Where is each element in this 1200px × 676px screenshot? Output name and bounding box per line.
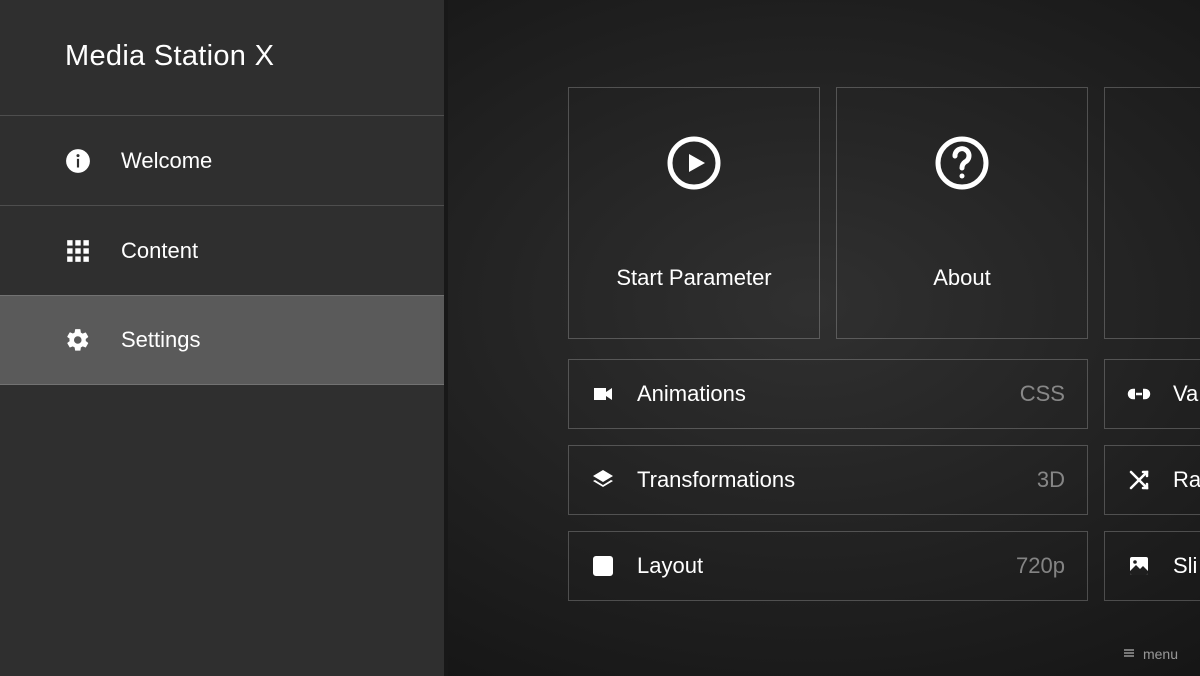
info-icon <box>65 148 91 174</box>
sidebar-item-welcome[interactable]: Welcome <box>0 115 444 205</box>
sidebar-item-content[interactable]: Content <box>0 205 444 295</box>
tile-label: Start Parameter <box>616 265 771 291</box>
burger-icon <box>1123 646 1135 662</box>
layers-icon <box>591 468 615 492</box>
list-item-value: 3D <box>1037 467 1065 493</box>
settings-list-right: Va Ra Sli <box>1104 359 1200 601</box>
list-item-value: CSS <box>1020 381 1065 407</box>
play-circle-icon <box>667 136 721 195</box>
tile-label: About <box>933 265 991 291</box>
list-item-layout[interactable]: Layout 720p <box>568 531 1088 601</box>
menu-hint[interactable]: menu <box>1123 646 1178 662</box>
list-item-slideshow[interactable]: Sli <box>1104 531 1200 601</box>
link-icon <box>1127 382 1151 406</box>
image-icon <box>1127 554 1151 578</box>
menu-hint-label: menu <box>1143 646 1178 662</box>
list-item-label: Animations <box>637 381 998 407</box>
list-item-value: 720p <box>1016 553 1065 579</box>
sidebar-item-label: Content <box>121 238 198 264</box>
sidebar-item-settings[interactable]: Settings <box>0 295 444 385</box>
sidebar-item-label: Settings <box>121 327 201 353</box>
list-item-label: Layout <box>637 553 994 579</box>
apps-icon <box>65 238 91 264</box>
grid-icon <box>591 554 615 578</box>
settings-list: Animations CSS Transformations 3D <box>568 359 1088 601</box>
app-title: Media Station X <box>0 0 444 115</box>
sidebar: Media Station X Welcome Content Settings <box>0 0 448 676</box>
list-item-random[interactable]: Ra <box>1104 445 1200 515</box>
shuffle-icon <box>1127 468 1151 492</box>
tile-partial[interactable]: V <box>1104 87 1200 339</box>
video-icon <box>591 382 615 406</box>
list-item-label: Ra <box>1173 467 1200 493</box>
list-item-transformations[interactable]: Transformations 3D <box>568 445 1088 515</box>
tile-about[interactable]: About <box>836 87 1088 339</box>
list-item-label: Va <box>1173 381 1200 407</box>
help-circle-icon <box>935 136 989 195</box>
list-item-validate[interactable]: Va <box>1104 359 1200 429</box>
list-item-label: Sli <box>1173 553 1200 579</box>
gear-icon <box>65 327 91 353</box>
main-panel: Start Parameter About V <box>448 0 1200 676</box>
list-item-animations[interactable]: Animations CSS <box>568 359 1088 429</box>
tiles-row: Start Parameter About V <box>568 87 1200 339</box>
tile-start-parameter[interactable]: Start Parameter <box>568 87 820 339</box>
sidebar-item-label: Welcome <box>121 148 212 174</box>
list-item-label: Transformations <box>637 467 1015 493</box>
